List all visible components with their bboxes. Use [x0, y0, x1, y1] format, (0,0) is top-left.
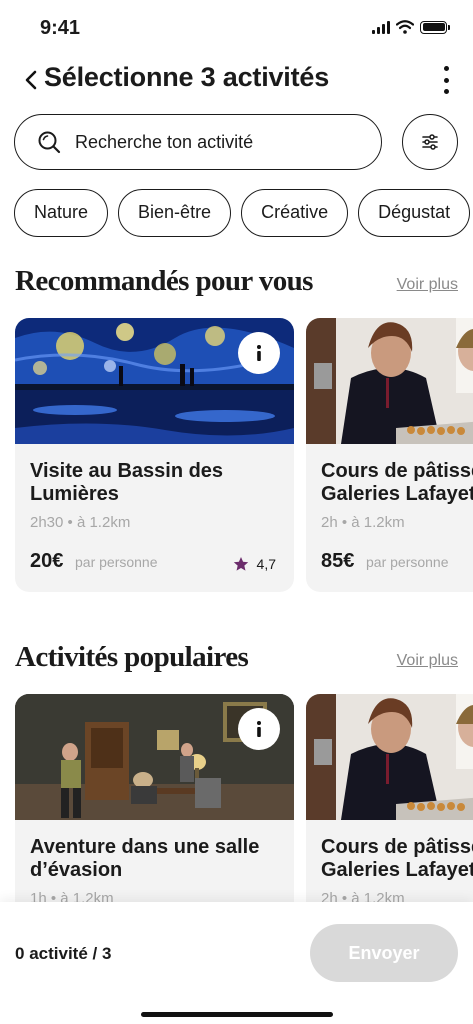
activity-meta: 2h • à 1.2km: [321, 514, 405, 531]
pastry-chef-image: [306, 318, 473, 444]
star-icon: [233, 557, 248, 571]
selected-count: 0: [15, 944, 25, 963]
header: Sélectionne 3 activités: [0, 58, 473, 102]
selection-count: 0 activité / 3: [15, 944, 111, 964]
dot-icon: [443, 77, 449, 83]
chip-degustation[interactable]: Dégustat: [358, 189, 471, 237]
dot-icon: [443, 89, 449, 94]
chip-nature[interactable]: Nature: [14, 189, 109, 237]
dot-icon: [443, 66, 449, 71]
selected-count-label: activité: [29, 944, 88, 963]
section-title-recommended: Recommandés pour vous: [15, 265, 313, 297]
status-time: 9:41: [40, 17, 81, 39]
activity-card[interactable]: Aventure dans une salle d’évasion 1h • à…: [15, 694, 294, 902]
search-bar[interactable]: [14, 114, 382, 170]
activity-photo: [15, 694, 294, 820]
status-bar: 9:41: [0, 0, 473, 56]
chevron-left-icon: [25, 70, 37, 90]
price-unit: par personne: [75, 554, 158, 570]
filter-button[interactable]: [402, 114, 458, 170]
rating: 4,7: [233, 556, 276, 572]
category-chips: Nature Bien-être Créative Dégustat: [14, 189, 473, 239]
cellular-signal-icon: [372, 20, 390, 34]
wifi-icon: [396, 20, 414, 34]
activity-meta: 2h • à 1.2km: [321, 890, 405, 902]
search-icon: [38, 131, 61, 154]
chip-creative[interactable]: Créative: [241, 189, 349, 237]
activity-title: Visite au Bassin des Lumières: [30, 460, 224, 505]
activity-meta: 1h • à 1.2km: [30, 890, 114, 902]
activity-title: Cours de pâtisserie Galeries Lafayette: [321, 836, 473, 881]
activity-price: 85€: [321, 550, 355, 572]
popular-carousel[interactable]: Aventure dans une salle d’évasion 1h • à…: [0, 694, 473, 902]
section-title-popular: Activités populaires: [15, 641, 249, 673]
see-more-recommended-link[interactable]: Voir plus: [397, 276, 458, 294]
info-button[interactable]: [238, 332, 280, 374]
home-indicator: [141, 1012, 333, 1017]
rating-value: 4,7: [256, 556, 276, 572]
activity-title: Cours de pâtisserie Galeries Lafayette: [321, 460, 473, 505]
activity-price: 20€: [30, 550, 64, 572]
see-more-popular-link[interactable]: Voir plus: [397, 652, 458, 670]
price-unit: par personne: [366, 554, 449, 570]
search-input[interactable]: [75, 131, 355, 153]
info-button[interactable]: [238, 708, 280, 750]
activity-meta: 2h30 • à 1.2km: [30, 514, 131, 531]
info-icon: [257, 721, 261, 737]
bottom-bar: 0 activité / 3 Envoyer: [0, 902, 473, 1024]
recommended-carousel[interactable]: Visite au Bassin des Lumières 2h30 • à 1…: [0, 318, 473, 592]
send-button[interactable]: Envoyer: [310, 924, 458, 982]
back-button[interactable]: [20, 66, 42, 94]
battery-icon: [420, 20, 450, 34]
info-icon: [257, 345, 261, 361]
status-icons: [372, 20, 450, 34]
activity-photo: [306, 318, 473, 444]
more-options-button[interactable]: [441, 66, 451, 94]
activity-card[interactable]: Cours de pâtisserie Galeries Lafayette 2…: [306, 318, 473, 592]
activity-title: Aventure dans une salle d’évasion: [30, 836, 260, 881]
selected-total: / 3: [92, 944, 112, 963]
chip-bien-etre[interactable]: Bien-être: [118, 189, 232, 237]
page-title: Sélectionne 3 activités: [44, 62, 330, 92]
pastry-chef-image: [306, 694, 473, 820]
sliders-icon: [422, 134, 438, 150]
activity-photo: [306, 694, 473, 820]
activity-card[interactable]: Cours de pâtisserie Galeries Lafayette 2…: [306, 694, 473, 902]
activity-photo: [15, 318, 294, 444]
activity-card[interactable]: Visite au Bassin des Lumières 2h30 • à 1…: [15, 318, 294, 592]
